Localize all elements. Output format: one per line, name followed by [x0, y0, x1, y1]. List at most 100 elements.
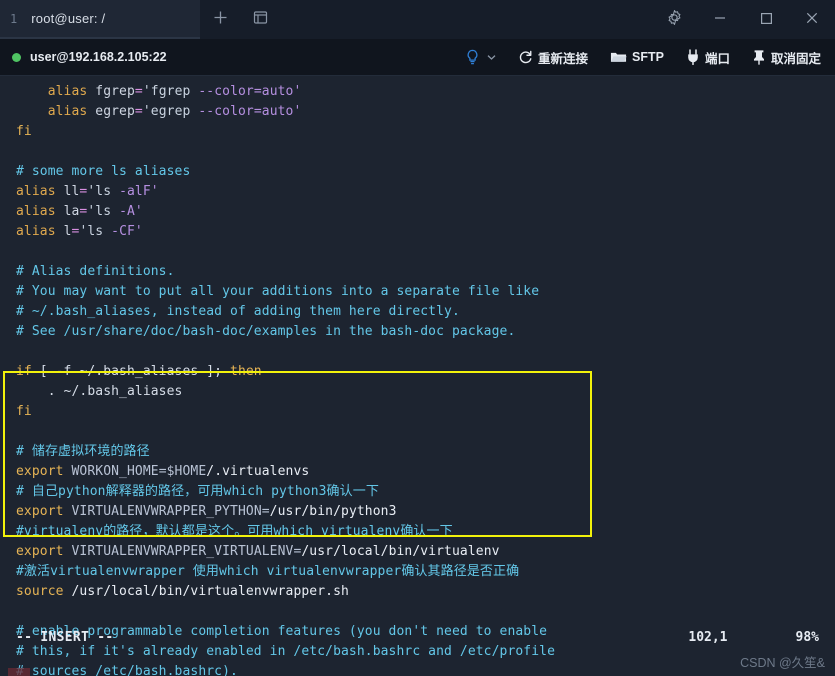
- terminal-output[interactable]: alias fgrep='fgrep --color=auto' alias e…: [0, 76, 835, 676]
- terminal-text-span: # some more ls aliases: [16, 164, 191, 179]
- plus-icon: [213, 10, 228, 29]
- terminal-text-span: =: [134, 104, 143, 119]
- settings-button[interactable]: [651, 0, 697, 39]
- terminal-text-span: fi: [16, 404, 32, 419]
- port-label: 端口: [704, 51, 730, 66]
- terminal-text-span: la: [63, 204, 80, 219]
- terminal-text-span: export: [16, 544, 72, 559]
- suggestion-button[interactable]: [465, 49, 496, 66]
- terminal-text-span: l: [63, 224, 72, 239]
- titlebar-drag-area: [280, 0, 651, 39]
- terminal-text-span: /usr/local/bin/virtualenvwrapper.sh: [71, 584, 349, 599]
- terminal-tab[interactable]: 1 root@user: /: [0, 0, 200, 39]
- terminal-text-span: ll: [63, 184, 80, 199]
- terminal-text-span: alias: [16, 84, 96, 99]
- close-button[interactable]: [789, 0, 835, 39]
- terminal-text-span: 'ls: [87, 204, 120, 219]
- terminal-line: export VIRTUALENVWRAPPER_PYTHON=/usr/bin…: [0, 502, 835, 522]
- new-tab-button[interactable]: [200, 0, 240, 39]
- terminal-text-span: # 自己python解释器的路径，可用which python3确认一下: [16, 484, 379, 499]
- terminal-text-span: =: [134, 84, 143, 99]
- vim-status-line: -- INSERT -- 102,1 98%: [0, 628, 835, 648]
- terminal-text-span: alias: [16, 104, 96, 119]
- terminal-text-span: # 储存虚拟环境的路径: [16, 444, 150, 459]
- terminal-text-span: fgrep: [95, 84, 135, 99]
- maximize-icon: [760, 10, 773, 29]
- split-pane-button[interactable]: [240, 0, 280, 39]
- terminal-text-span: fi: [16, 124, 32, 139]
- tab-title: root@user: /: [31, 11, 106, 26]
- terminal-line: export WORKON_HOME=$HOME/.virtualenvs: [0, 462, 835, 482]
- minimize-button[interactable]: [697, 0, 743, 39]
- terminal-text-span: # See /usr/share/doc/bash-doc/examples i…: [16, 324, 516, 339]
- refresh-icon: [518, 50, 533, 65]
- sftp-label: SFTP: [632, 50, 664, 64]
- terminal-line: . ~/.bash_aliases: [0, 382, 835, 402]
- terminal-text-span: 'fgrep: [142, 84, 199, 99]
- terminal-text-span: export: [16, 504, 72, 519]
- terminal-text-span: if: [16, 364, 40, 379]
- tab-index: 1: [10, 11, 18, 26]
- terminal-line: alias la='ls -A': [0, 202, 835, 222]
- cursor-position: 102,1: [688, 630, 728, 645]
- terminal-text-span: /usr/bin/python3: [269, 504, 397, 519]
- terminal-line: alias ll='ls -alF': [0, 182, 835, 202]
- connection-status: user@192.168.2.105:22: [12, 50, 167, 64]
- terminal-line: fi: [0, 122, 835, 142]
- terminal-line: # 自己python解释器的路径，可用which python3确认一下: [0, 482, 835, 502]
- terminal-text-span: # You may want to put all your additions…: [16, 284, 540, 299]
- port-button[interactable]: 端口: [686, 48, 730, 67]
- terminal-text-span: --color=auto': [198, 104, 302, 119]
- terminal-line: # See /usr/share/doc/bash-doc/examples i…: [0, 322, 835, 342]
- scroll-percent: 98%: [795, 630, 819, 645]
- terminal-text-span: [ -f ~/.bash_aliases ];: [39, 364, 231, 379]
- terminal-line: fi: [0, 402, 835, 422]
- terminal-text-span: VIRTUALENVWRAPPER_VIRTUALENV=: [71, 544, 302, 559]
- status-dot-icon: [12, 52, 21, 62]
- terminal-line: # 储存虚拟环境的路径: [0, 442, 835, 462]
- terminal-text-span: VIRTUALENVWRAPPER_PYTHON=: [71, 504, 270, 519]
- terminal-text-span: #virtualenv的路径，默认都是这个。可用which virtualenv…: [16, 524, 453, 539]
- unpin-button[interactable]: 取消固定: [752, 48, 821, 67]
- terminal-text-span: then: [230, 364, 262, 379]
- connection-label: user@192.168.2.105:22: [30, 50, 167, 64]
- terminal-text-span: . ~/.bash_aliases: [16, 384, 183, 399]
- terminal-text-span: WORKON_HOME=$HOME: [71, 464, 207, 479]
- plug-icon: [686, 49, 700, 65]
- terminal-text-span: 'ls: [87, 184, 120, 199]
- terminal-text-span: source: [16, 584, 72, 599]
- terminal-line: # some more ls aliases: [0, 162, 835, 182]
- session-toolbar: user@192.168.2.105:22 重新连接 SFTP 端口 取消固定: [0, 39, 835, 76]
- terminal-line: source /usr/local/bin/virtualenvwrapper.…: [0, 582, 835, 602]
- terminal-text-span: /.virtualenvs: [206, 464, 310, 479]
- terminal-text-span: -CF': [111, 224, 143, 239]
- terminal-line: # ~/.bash_aliases, instead of adding the…: [0, 302, 835, 322]
- sftp-button[interactable]: SFTP: [610, 50, 664, 64]
- terminal-text-span: 'ls: [79, 224, 112, 239]
- vim-mode-indicator: -- INSERT --: [16, 630, 114, 645]
- screen-artifact: [8, 668, 30, 676]
- terminal-text-span: --color=auto': [198, 84, 302, 99]
- maximize-button[interactable]: [743, 0, 789, 39]
- terminal-text-span: alias: [16, 204, 64, 219]
- reconnect-button[interactable]: 重新连接: [518, 48, 588, 67]
- reconnect-label: 重新连接: [538, 51, 589, 66]
- window-controls: [651, 0, 835, 39]
- terminal-text-span: alias: [16, 224, 64, 239]
- close-icon: [805, 10, 819, 29]
- window-titlebar: 1 root@user: /: [0, 0, 835, 39]
- terminal-text-span: -A': [119, 204, 143, 219]
- terminal-line: #激活virtualenvwrapper 使用which virtualenvw…: [0, 562, 835, 582]
- terminal-line-list: alias fgrep='fgrep --color=auto' alias e…: [0, 82, 835, 676]
- terminal-text-span: # sources /etc/bash.bashrc).: [16, 664, 238, 676]
- terminal-text-span: egrep: [95, 104, 135, 119]
- unpin-label: 取消固定: [770, 51, 821, 66]
- terminal-text-span: export: [16, 464, 72, 479]
- terminal-line: # Alias definitions.: [0, 262, 835, 282]
- minimize-icon: [713, 10, 727, 29]
- terminal-line: export VIRTUALENVWRAPPER_VIRTUALENV=/usr…: [0, 542, 835, 562]
